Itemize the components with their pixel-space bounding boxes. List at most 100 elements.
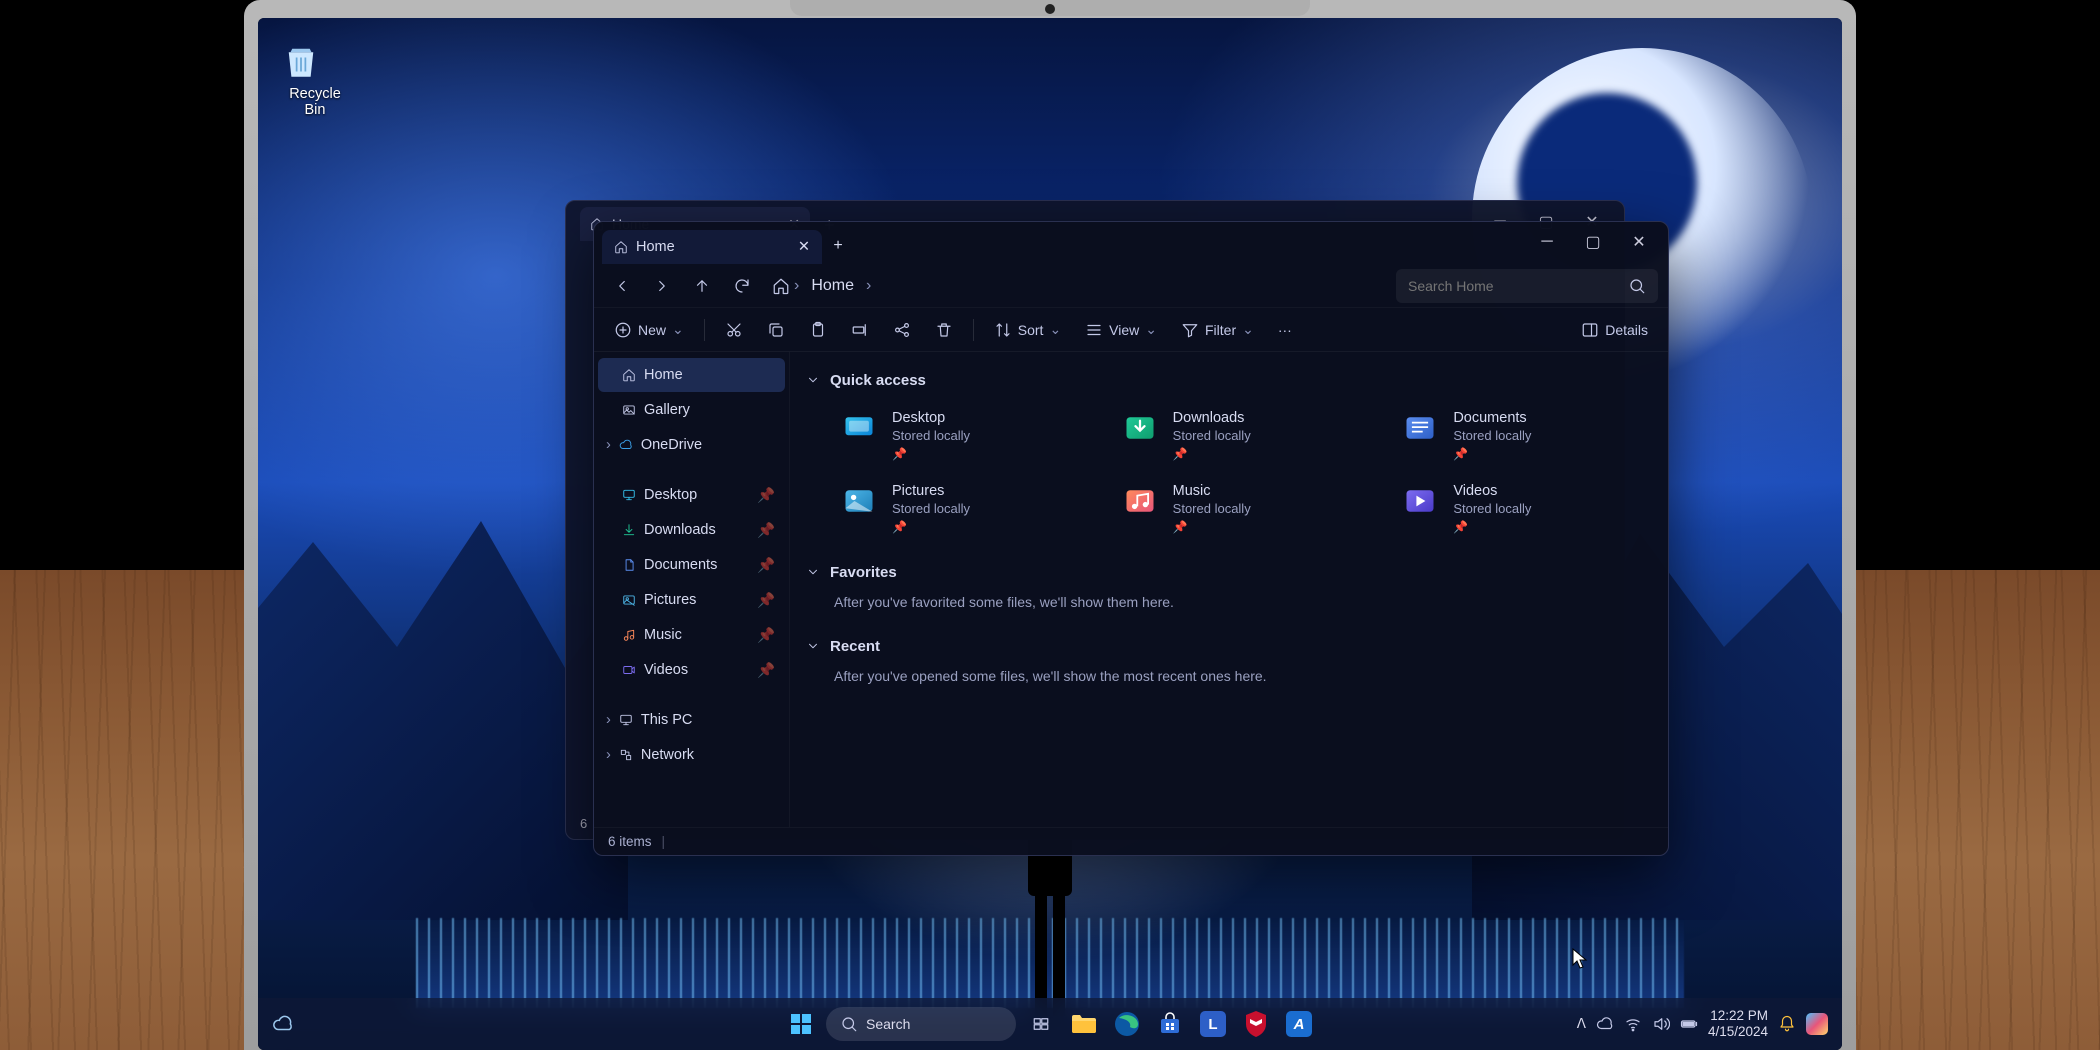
gallery-icon [622, 403, 636, 417]
paste-button[interactable] [799, 314, 837, 346]
delete-button[interactable] [925, 314, 963, 346]
sidebar-item-thispc[interactable]: ›This PC [598, 703, 785, 737]
view-button[interactable]: View⌄ [1075, 314, 1167, 346]
search-input[interactable] [1408, 278, 1620, 294]
store-button[interactable] [1152, 1006, 1188, 1042]
copilot-icon[interactable] [1806, 1013, 1828, 1035]
battery-icon[interactable] [1680, 1015, 1698, 1033]
sidebar-item-onedrive[interactable]: ›OneDrive [598, 428, 785, 462]
forward-button[interactable] [644, 268, 680, 304]
notch [790, 0, 1310, 16]
crumb-home[interactable]: Home [803, 273, 862, 299]
section-recent[interactable]: Recent [806, 630, 1652, 662]
rename-button[interactable] [841, 314, 879, 346]
sidebar-item-gallery[interactable]: Gallery [598, 393, 785, 427]
volume-icon[interactable] [1652, 1015, 1670, 1033]
home-icon [772, 277, 790, 295]
webcam [1045, 4, 1055, 14]
weather-widget[interactable] [272, 1013, 294, 1035]
video-icon [622, 663, 636, 677]
sidebar-item-desktop[interactable]: Desktop📌 [598, 478, 785, 512]
pin-icon: 📌 [892, 447, 970, 461]
tab-bar: Home ✕ + ─ ▢ ✕ [594, 222, 1668, 264]
pin-icon: 📌 [757, 627, 775, 644]
tile-pictures[interactable]: PicturesStored locally📌 [834, 479, 1091, 538]
breadcrumb[interactable]: › Home › [764, 269, 1392, 303]
recent-empty: After you've opened some files, we'll sh… [806, 662, 1652, 704]
chevron-down-icon [806, 373, 820, 387]
pin-icon: 📌 [757, 522, 775, 539]
sort-button[interactable]: Sort⌄ [984, 314, 1071, 346]
app-a-button[interactable]: A [1281, 1006, 1317, 1042]
sidebar-item-pictures[interactable]: Pictures📌 [598, 583, 785, 617]
up-button[interactable] [684, 268, 720, 304]
chevron-right-icon[interactable]: › [866, 277, 871, 295]
pin-icon: 📌 [892, 520, 970, 534]
onedrive-tray-icon[interactable] [1596, 1015, 1614, 1033]
tile-videos[interactable]: VideosStored locally📌 [1395, 479, 1652, 538]
cut-button[interactable] [715, 314, 753, 346]
section-quick-access[interactable]: Quick access [806, 364, 1652, 396]
sidebar-item-downloads[interactable]: Downloads📌 [598, 513, 785, 547]
taskbar-search[interactable]: Search [826, 1007, 1016, 1041]
minimize-button[interactable]: ─ [1524, 226, 1570, 258]
pin-icon: 📌 [757, 592, 775, 609]
screen: Recycle Bin Home ✕ + ─ ▢ ✕ 6 Home [258, 18, 1842, 1050]
tile-music[interactable]: MusicStored locally📌 [1115, 479, 1372, 538]
back-button[interactable] [604, 268, 640, 304]
sidebar-item-documents[interactable]: Documents📌 [598, 548, 785, 582]
clock[interactable]: 12:22 PM 4/15/2024 [1708, 1008, 1768, 1040]
share-button[interactable] [883, 314, 921, 346]
cloud-icon [619, 438, 633, 452]
maximize-button[interactable]: ▢ [1570, 226, 1616, 258]
close-button[interactable]: ✕ [1616, 226, 1662, 258]
taskbar[interactable]: Search L A ᐱ 12:22 PM 4/15/2024 [258, 998, 1842, 1050]
search-icon [840, 1015, 858, 1033]
notification-icon[interactable] [1778, 1015, 1796, 1033]
system-tray[interactable]: ᐱ 12:22 PM 4/15/2024 [1577, 1008, 1828, 1040]
tile-desktop[interactable]: DesktopStored locally📌 [834, 406, 1091, 465]
close-tab-icon[interactable]: ✕ [798, 239, 810, 255]
start-button[interactable] [783, 1006, 819, 1042]
bg-status: 6 [580, 816, 587, 831]
filter-button[interactable]: Filter⌄ [1171, 314, 1264, 346]
search-box[interactable] [1396, 269, 1658, 303]
new-button[interactable]: New⌄ [604, 314, 694, 346]
tray-chevron-icon[interactable]: ᐱ [1577, 1016, 1586, 1032]
pin-icon: 📌 [757, 487, 775, 504]
explorer-window[interactable]: Home ✕ + ─ ▢ ✕ › Home › [593, 221, 1669, 856]
wifi-icon[interactable] [1624, 1015, 1642, 1033]
sidebar-item-home[interactable]: Home [598, 358, 785, 392]
details-button[interactable]: Details [1571, 314, 1658, 346]
cursor-icon [1572, 948, 1588, 970]
copy-button[interactable] [757, 314, 795, 346]
mcafee-button[interactable] [1238, 1006, 1274, 1042]
picture-icon [622, 593, 636, 607]
task-view-button[interactable] [1023, 1006, 1059, 1042]
sidebar-item-videos[interactable]: Videos📌 [598, 653, 785, 687]
app-l-button[interactable]: L [1195, 1006, 1231, 1042]
sidebar-item-network[interactable]: ›Network [598, 738, 785, 772]
tab-home[interactable]: Home ✕ [602, 230, 822, 264]
favorites-empty: After you've favorited some files, we'll… [806, 588, 1652, 630]
item-count: 6 items [608, 834, 652, 849]
tile-downloads[interactable]: DownloadsStored locally📌 [1115, 406, 1372, 465]
folder-icon [838, 483, 880, 519]
more-button[interactable]: ··· [1268, 314, 1302, 346]
refresh-button[interactable] [724, 268, 760, 304]
recycle-bin[interactable]: Recycle Bin [280, 40, 350, 118]
sidebar-item-music[interactable]: Music📌 [598, 618, 785, 652]
sidebar: Home Gallery ›OneDrive Desktop📌 Download… [594, 352, 790, 827]
folder-icon [1119, 483, 1161, 519]
tile-documents[interactable]: DocumentsStored locally📌 [1395, 406, 1652, 465]
explorer-button[interactable] [1066, 1006, 1102, 1042]
folder-icon [1399, 410, 1441, 446]
edge-button[interactable] [1109, 1006, 1145, 1042]
chevron-right-icon: › [606, 747, 611, 763]
document-icon [622, 558, 636, 572]
network-icon [619, 748, 633, 762]
folder-icon [838, 410, 880, 446]
section-favorites[interactable]: Favorites [806, 556, 1652, 588]
pc-icon [619, 713, 633, 727]
new-tab-button[interactable]: + [822, 230, 854, 262]
